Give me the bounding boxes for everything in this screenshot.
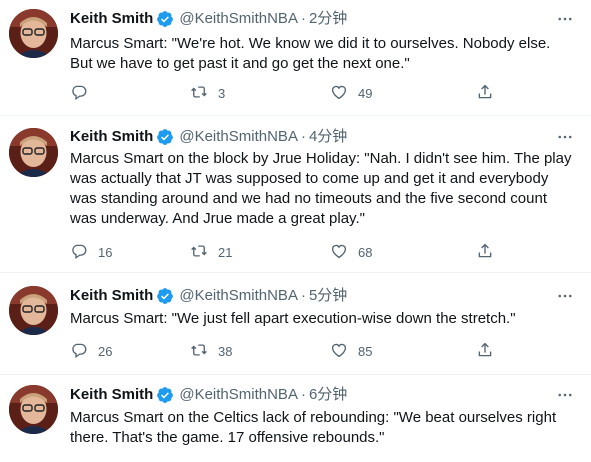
- share-icon: [476, 341, 494, 362]
- tweet-header: Keith Smith @KeithSmithNBA · 5分钟: [70, 286, 347, 306]
- share-button[interactable]: [476, 82, 494, 104]
- author-handle[interactable]: @KeithSmithNBA: [179, 385, 298, 405]
- like-count: 68: [358, 244, 373, 260]
- separator-dot: ·: [300, 386, 306, 403]
- separator-dot: ·: [300, 10, 306, 27]
- retweet-icon: [190, 341, 208, 362]
- like-heart-icon: [330, 83, 348, 104]
- reply-icon: [70, 341, 88, 362]
- author-handle[interactable]: @KeithSmithNBA: [179, 127, 298, 147]
- share-icon: [476, 83, 494, 104]
- verified-badge-icon: [156, 386, 174, 404]
- more-options-icon[interactable]: [553, 286, 577, 306]
- reply-count: 26: [98, 343, 113, 359]
- retweet-icon: [190, 242, 208, 263]
- more-options-icon[interactable]: [553, 9, 577, 29]
- more-options-icon[interactable]: [553, 385, 577, 405]
- like-count: 85: [358, 343, 373, 359]
- share-button[interactable]: [476, 241, 494, 263]
- author-name[interactable]: Keith Smith: [70, 9, 153, 29]
- author-handle[interactable]: @KeithSmithNBA: [179, 286, 298, 306]
- tweet-actions: 16 21 68: [62, 241, 502, 263]
- tweet-actions: 3 49: [62, 82, 502, 104]
- tweet[interactable]: Keith Smith @KeithSmithNBA · 2分钟 Marcus …: [0, 0, 591, 116]
- separator-dot: ·: [300, 128, 306, 145]
- like-count: 49: [358, 85, 373, 101]
- tweet-header: Keith Smith @KeithSmithNBA · 6分钟: [70, 385, 347, 405]
- reply-button[interactable]: [70, 82, 98, 104]
- retweet-button[interactable]: 21: [190, 241, 232, 263]
- like-heart-icon: [330, 242, 348, 263]
- tweet-text: Marcus Smart on the block by Jrue Holida…: [70, 150, 576, 227]
- retweet-count: 38: [218, 343, 233, 359]
- tweet[interactable]: Keith Smith @KeithSmithNBA · 4分钟 Marcus …: [0, 116, 591, 273]
- reply-button[interactable]: 26: [70, 340, 112, 362]
- reply-icon: [70, 242, 88, 263]
- tweet-timestamp[interactable]: 6分钟: [309, 385, 347, 405]
- tweet-timestamp[interactable]: 5分钟: [309, 286, 347, 306]
- tweet-feed: Keith Smith @KeithSmithNBA · 2分钟 Marcus …: [0, 0, 591, 462]
- reply-button[interactable]: 16: [70, 241, 112, 263]
- tweet[interactable]: Keith Smith @KeithSmithNBA · 5分钟 Marcus …: [0, 273, 591, 375]
- tweet-text: Marcus Smart: "We're hot. We know we did…: [70, 35, 555, 72]
- author-name[interactable]: Keith Smith: [70, 127, 153, 147]
- retweet-button[interactable]: 3: [190, 82, 225, 104]
- verified-badge-icon: [156, 10, 174, 28]
- author-name[interactable]: Keith Smith: [70, 385, 153, 405]
- verified-badge-icon: [156, 287, 174, 305]
- like-button[interactable]: 49: [330, 82, 372, 104]
- avatar[interactable]: [9, 385, 58, 434]
- reply-icon: [70, 83, 88, 104]
- tweet-text: Marcus Smart: "We just fell apart execut…: [70, 310, 516, 327]
- retweet-button[interactable]: 38: [190, 340, 232, 362]
- verified-badge-icon: [156, 128, 174, 146]
- tweet-text: Marcus Smart on the Celtics lack of rebo…: [70, 409, 561, 446]
- retweet-count: 21: [218, 244, 233, 260]
- tweet-timestamp[interactable]: 4分钟: [309, 127, 347, 147]
- like-button[interactable]: 68: [330, 241, 372, 263]
- avatar[interactable]: [9, 9, 58, 58]
- share-icon: [476, 242, 494, 263]
- tweet-header: Keith Smith @KeithSmithNBA · 4分钟: [70, 127, 347, 147]
- share-button[interactable]: [476, 340, 494, 362]
- author-name[interactable]: Keith Smith: [70, 286, 153, 306]
- retweet-icon: [190, 83, 208, 104]
- avatar[interactable]: [9, 128, 58, 177]
- avatar[interactable]: [9, 286, 58, 335]
- retweet-count: 3: [218, 85, 226, 101]
- tweet[interactable]: Keith Smith @KeithSmithNBA · 6分钟 Marcus …: [0, 375, 591, 462]
- reply-count: 16: [98, 244, 113, 260]
- more-options-icon[interactable]: [553, 127, 577, 147]
- tweet-timestamp[interactable]: 2分钟: [309, 9, 347, 29]
- tweet-header: Keith Smith @KeithSmithNBA · 2分钟: [70, 9, 347, 29]
- like-button[interactable]: 85: [330, 340, 372, 362]
- like-heart-icon: [330, 341, 348, 362]
- author-handle[interactable]: @KeithSmithNBA: [179, 9, 298, 29]
- separator-dot: ·: [300, 287, 306, 304]
- tweet-actions: 26 38 85: [62, 340, 502, 362]
